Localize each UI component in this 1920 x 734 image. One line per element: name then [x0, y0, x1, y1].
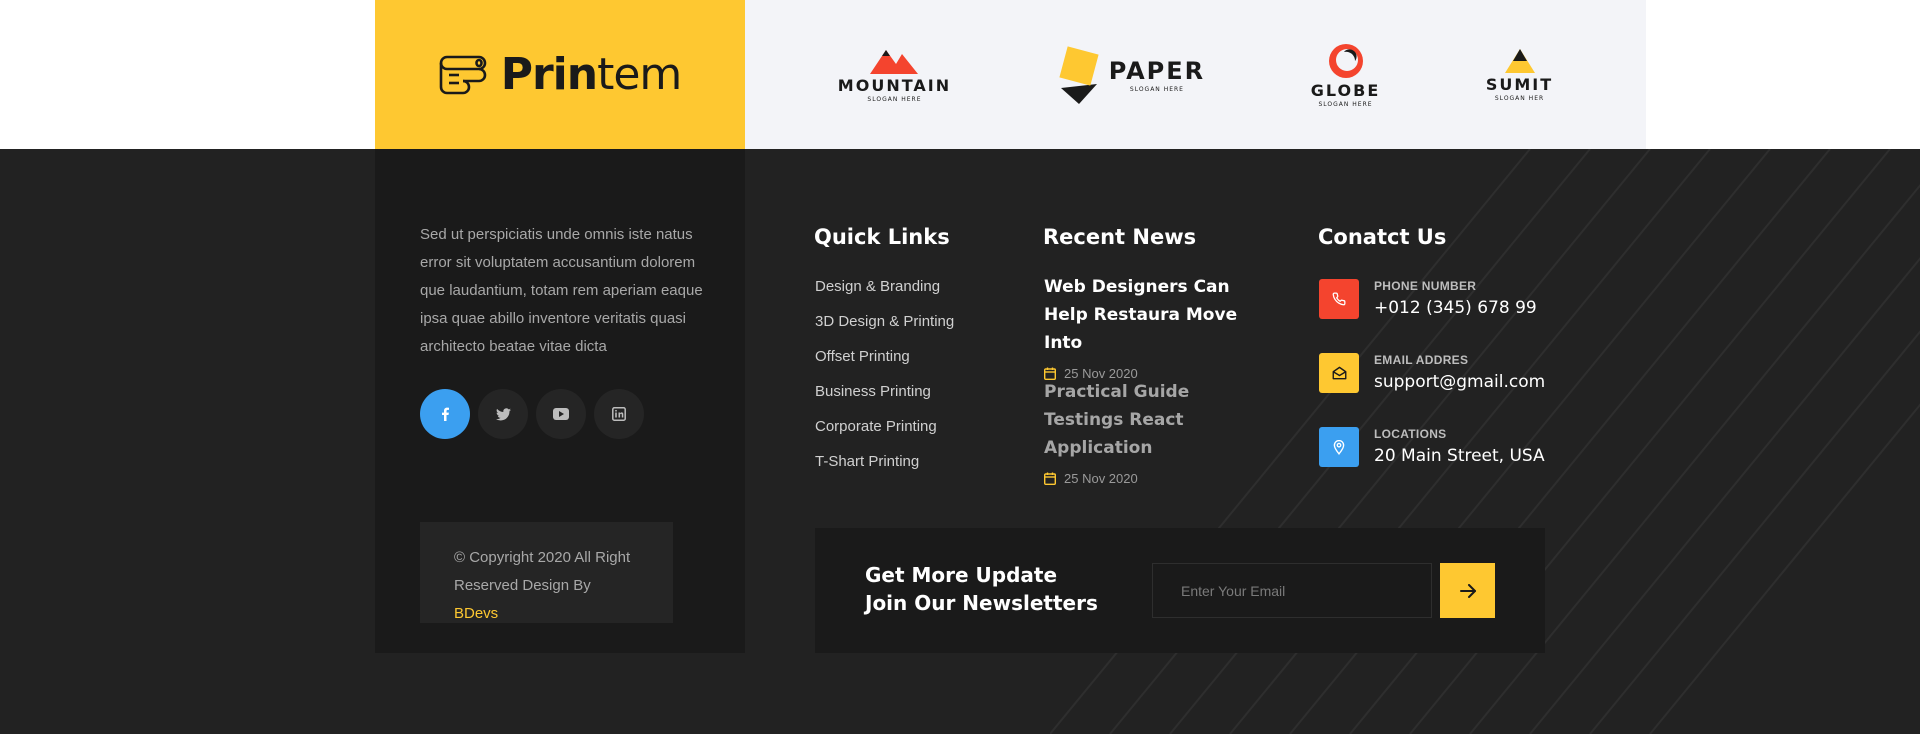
brand-globe: GLOBE SLOGAN HERE	[1311, 41, 1380, 108]
brand-slogan: SLOGAN HER	[1494, 95, 1545, 102]
quick-link-item[interactable]: Offset Printing	[815, 346, 954, 381]
quick-links-title: Quick Links	[814, 225, 950, 249]
envelope-icon	[1332, 366, 1346, 380]
arrow-right-icon	[1459, 583, 1476, 598]
news-date: 25 Nov 2020	[1044, 471, 1274, 486]
brand-slogan: SLOGAN HERE	[1129, 85, 1184, 93]
brand-strip: MOUNTAIN SLOGAN HERE PAPER SLOGAN HERE G…	[745, 0, 1646, 149]
contact-title: Conatct Us	[1318, 225, 1447, 249]
globe-logo-icon	[1328, 44, 1363, 78]
print-roll-icon	[439, 55, 487, 94]
location-pin-icon	[1333, 439, 1345, 455]
contact-value[interactable]: +012 (345) 678 99	[1374, 298, 1537, 318]
contact-label: EMAIL ADDRES	[1374, 353, 1469, 367]
social-links	[420, 389, 644, 439]
brand-paper: PAPER SLOGAN HERE	[1057, 44, 1205, 106]
brand-slogan: SLOGAN HERE	[1318, 101, 1373, 108]
news-title[interactable]: Practical Guide Testings React Applicati…	[1044, 378, 1274, 462]
brand-name: MOUNTAIN	[837, 76, 952, 95]
quick-link-item[interactable]: Business Printing	[815, 381, 954, 416]
contact-email: EMAIL ADDRES support@gmail.com	[1319, 353, 1545, 393]
quick-link-item[interactable]: 3D Design & Printing	[815, 311, 954, 346]
contact-value[interactable]: support@gmail.com	[1374, 372, 1545, 392]
newsletter-box: Get More Update Join Our Newsletters	[815, 528, 1545, 653]
contact-location: LOCATIONS 20 Main Street, USA	[1319, 427, 1545, 467]
sumit-logo-icon	[1504, 49, 1535, 73]
newsletter-email-input[interactable]	[1152, 563, 1432, 618]
brand-mountain: MOUNTAIN SLOGAN HERE	[838, 46, 951, 103]
location-icon-box	[1319, 427, 1359, 467]
news-title[interactable]: Web Designers Can Help Restaura Move Int…	[1044, 273, 1274, 357]
copyright-box: © Copyright 2020 All Right Reserved Desi…	[420, 522, 673, 623]
email-icon-box	[1319, 353, 1359, 393]
contact-label: PHONE NUMBER	[1374, 279, 1477, 293]
quick-link-item[interactable]: Design & Branding	[815, 276, 954, 311]
logo-text[interactable]: Printem	[501, 49, 683, 100]
paper-logo-icon	[1059, 45, 1099, 104]
contact-label: LOCATIONS	[1374, 427, 1447, 441]
news-item: Web Designers Can Help Restaura Move Int…	[1044, 273, 1274, 381]
youtube-button[interactable]	[536, 389, 586, 439]
contact-value[interactable]: 20 Main Street, USA	[1374, 446, 1545, 466]
linkedin-button[interactable]	[594, 389, 644, 439]
quick-links-list: Design & Branding 3D Design & Printing O…	[815, 276, 954, 486]
phone-icon	[1332, 292, 1346, 306]
newsletter-title: Get More Update Join Our Newsletters	[865, 563, 1098, 615]
linkedin-icon	[612, 407, 626, 421]
mountain-logo-icon	[870, 50, 919, 74]
recent-news-title: Recent News	[1043, 225, 1197, 249]
quick-link-item[interactable]: T-Shart Printing	[815, 451, 954, 486]
contact-phone: PHONE NUMBER +012 (345) 678 99	[1319, 279, 1537, 319]
designer-link[interactable]: BDevs	[454, 605, 498, 622]
twitter-icon	[495, 407, 511, 420]
brand-name: PAPER	[1108, 56, 1206, 85]
footer-about-column: Sed ut perspiciatis unde omnis iste natu…	[375, 149, 745, 653]
facebook-button[interactable]	[420, 389, 470, 439]
brand-sumit: SUMIT SLOGAN HER	[1486, 47, 1553, 102]
facebook-icon	[442, 407, 449, 421]
brand-slogan: SLOGAN HERE	[867, 96, 922, 103]
quick-link-item[interactable]: Corporate Printing	[815, 416, 954, 451]
calendar-icon	[1044, 472, 1056, 485]
brand-name: GLOBE	[1310, 81, 1381, 100]
about-text: Sed ut perspiciatis unde omnis iste natu…	[420, 226, 703, 355]
news-item: Practical Guide Testings React Applicati…	[1044, 378, 1274, 486]
phone-icon-box	[1319, 279, 1359, 319]
brand-name: SUMIT	[1485, 75, 1554, 94]
youtube-icon	[553, 408, 569, 420]
twitter-button[interactable]	[478, 389, 528, 439]
copyright-text: © Copyright 2020 All Right Reserved Desi…	[454, 549, 631, 594]
newsletter-submit-button[interactable]	[1440, 563, 1495, 618]
logo-box: Printem	[375, 0, 745, 149]
